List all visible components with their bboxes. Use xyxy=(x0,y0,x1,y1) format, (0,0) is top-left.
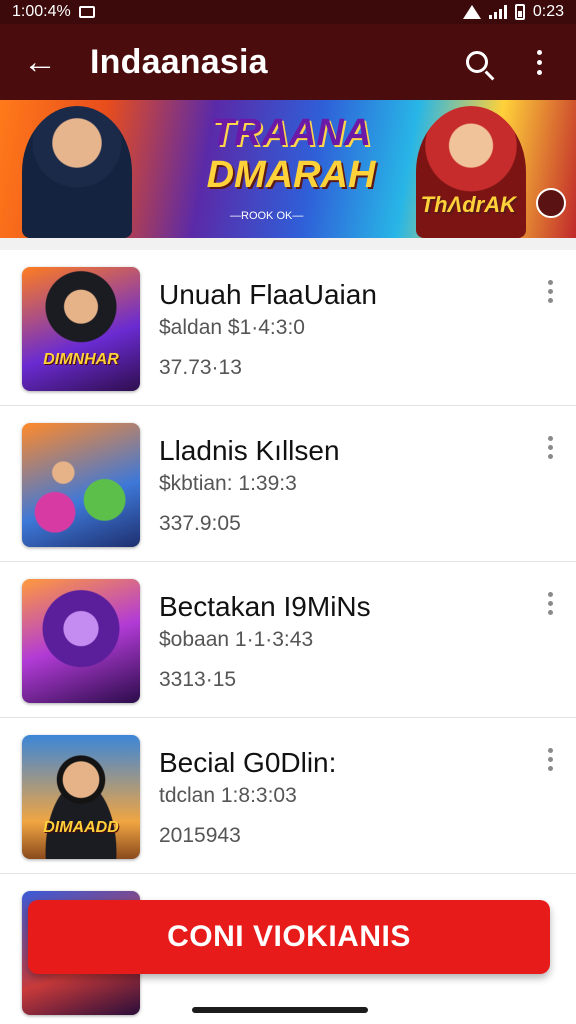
item-more-icon[interactable] xyxy=(538,592,562,622)
signal-icon xyxy=(488,5,507,19)
item-thumbnail xyxy=(22,423,140,547)
promo-banner[interactable]: TRAANA DMARAH —ROOK OK— ThΛdrAK xyxy=(0,100,576,238)
banner-hero-left xyxy=(22,106,132,238)
banner-badge-icon xyxy=(536,188,566,218)
item-subtitle: tdclan 1:8:3:03 xyxy=(159,784,297,807)
item-more-icon[interactable] xyxy=(538,280,562,310)
item-title: Unuah FlaaUaian xyxy=(159,279,377,310)
item-thumbnail: DIMNHAR xyxy=(22,267,140,391)
search-button[interactable] xyxy=(454,39,500,85)
battery-icon xyxy=(514,4,525,20)
banner-tagline: —ROOK OK— xyxy=(230,210,304,222)
search-icon xyxy=(466,51,488,73)
list-item[interactable]: Bectakan I9MiNs $obaan 1·1·3:43 3313·15 xyxy=(0,562,576,718)
page-title: Indaanasia xyxy=(90,42,268,81)
banner-title-line2: DMARAH xyxy=(206,154,376,196)
item-title: Lladnis Kıllsen xyxy=(159,435,340,466)
screenshot-icon xyxy=(78,6,95,18)
item-more-icon[interactable] xyxy=(538,436,562,466)
status-time: 0:23 xyxy=(532,3,564,20)
list-item[interactable]: DIMAADD Becial G0Dlin: tdclan 1:8:3:03 2… xyxy=(0,718,576,874)
item-meta: 2015943 xyxy=(159,824,241,847)
app-bar: ← Indaanasia xyxy=(0,24,576,100)
gesture-nav-handle[interactable] xyxy=(192,1007,368,1013)
thumbnail-caption: DIMNHAR xyxy=(43,351,119,368)
banner-hero-right xyxy=(416,106,526,238)
item-subtitle: $kbtian: 1:39:3 xyxy=(159,472,297,495)
item-subtitle: $obaan 1·1·3:43 xyxy=(159,628,314,651)
item-title: Bectakan I9MiNs xyxy=(159,591,371,622)
banner-title: TRAANA DMARAH xyxy=(176,114,406,194)
back-arrow-icon: ← xyxy=(23,42,57,81)
banner-logo: ThΛdrAK xyxy=(420,192,516,217)
back-button[interactable]: ← xyxy=(20,42,60,82)
item-thumbnail: DIMAADD xyxy=(22,735,140,859)
item-meta: 37.73·13 xyxy=(159,356,242,379)
wifi-icon xyxy=(462,5,481,19)
thumbnail-caption: DIMAADD xyxy=(43,819,119,836)
banner-title-line1: TRAANA xyxy=(210,112,372,154)
list-item[interactable]: Lladnis Kıllsen $kbtian: 1:39:3 337.9:05 xyxy=(0,406,576,562)
primary-cta-button[interactable]: CONI VIOKIANIS xyxy=(28,900,550,974)
status-text: 1:00:4% xyxy=(12,3,71,20)
item-more-icon[interactable] xyxy=(538,748,562,778)
status-left: 1:00:4% xyxy=(12,3,95,21)
item-title: Becial G0Dlin: xyxy=(159,747,337,778)
item-meta: 3313·15 xyxy=(159,668,237,691)
list-item[interactable]: DIMNHAR Unuah FlaaUaian $aldan $1·4:3:0 … xyxy=(0,250,576,406)
overflow-menu-button[interactable] xyxy=(516,39,562,85)
item-subtitle: $aldan $1·4:3:0 xyxy=(159,316,305,339)
more-vert-icon xyxy=(536,49,542,75)
status-right: 0:23 xyxy=(462,3,564,21)
item-meta: 337.9:05 xyxy=(159,512,241,535)
status-bar: 1:00:4% 0:23 xyxy=(0,0,576,24)
item-thumbnail xyxy=(22,579,140,703)
